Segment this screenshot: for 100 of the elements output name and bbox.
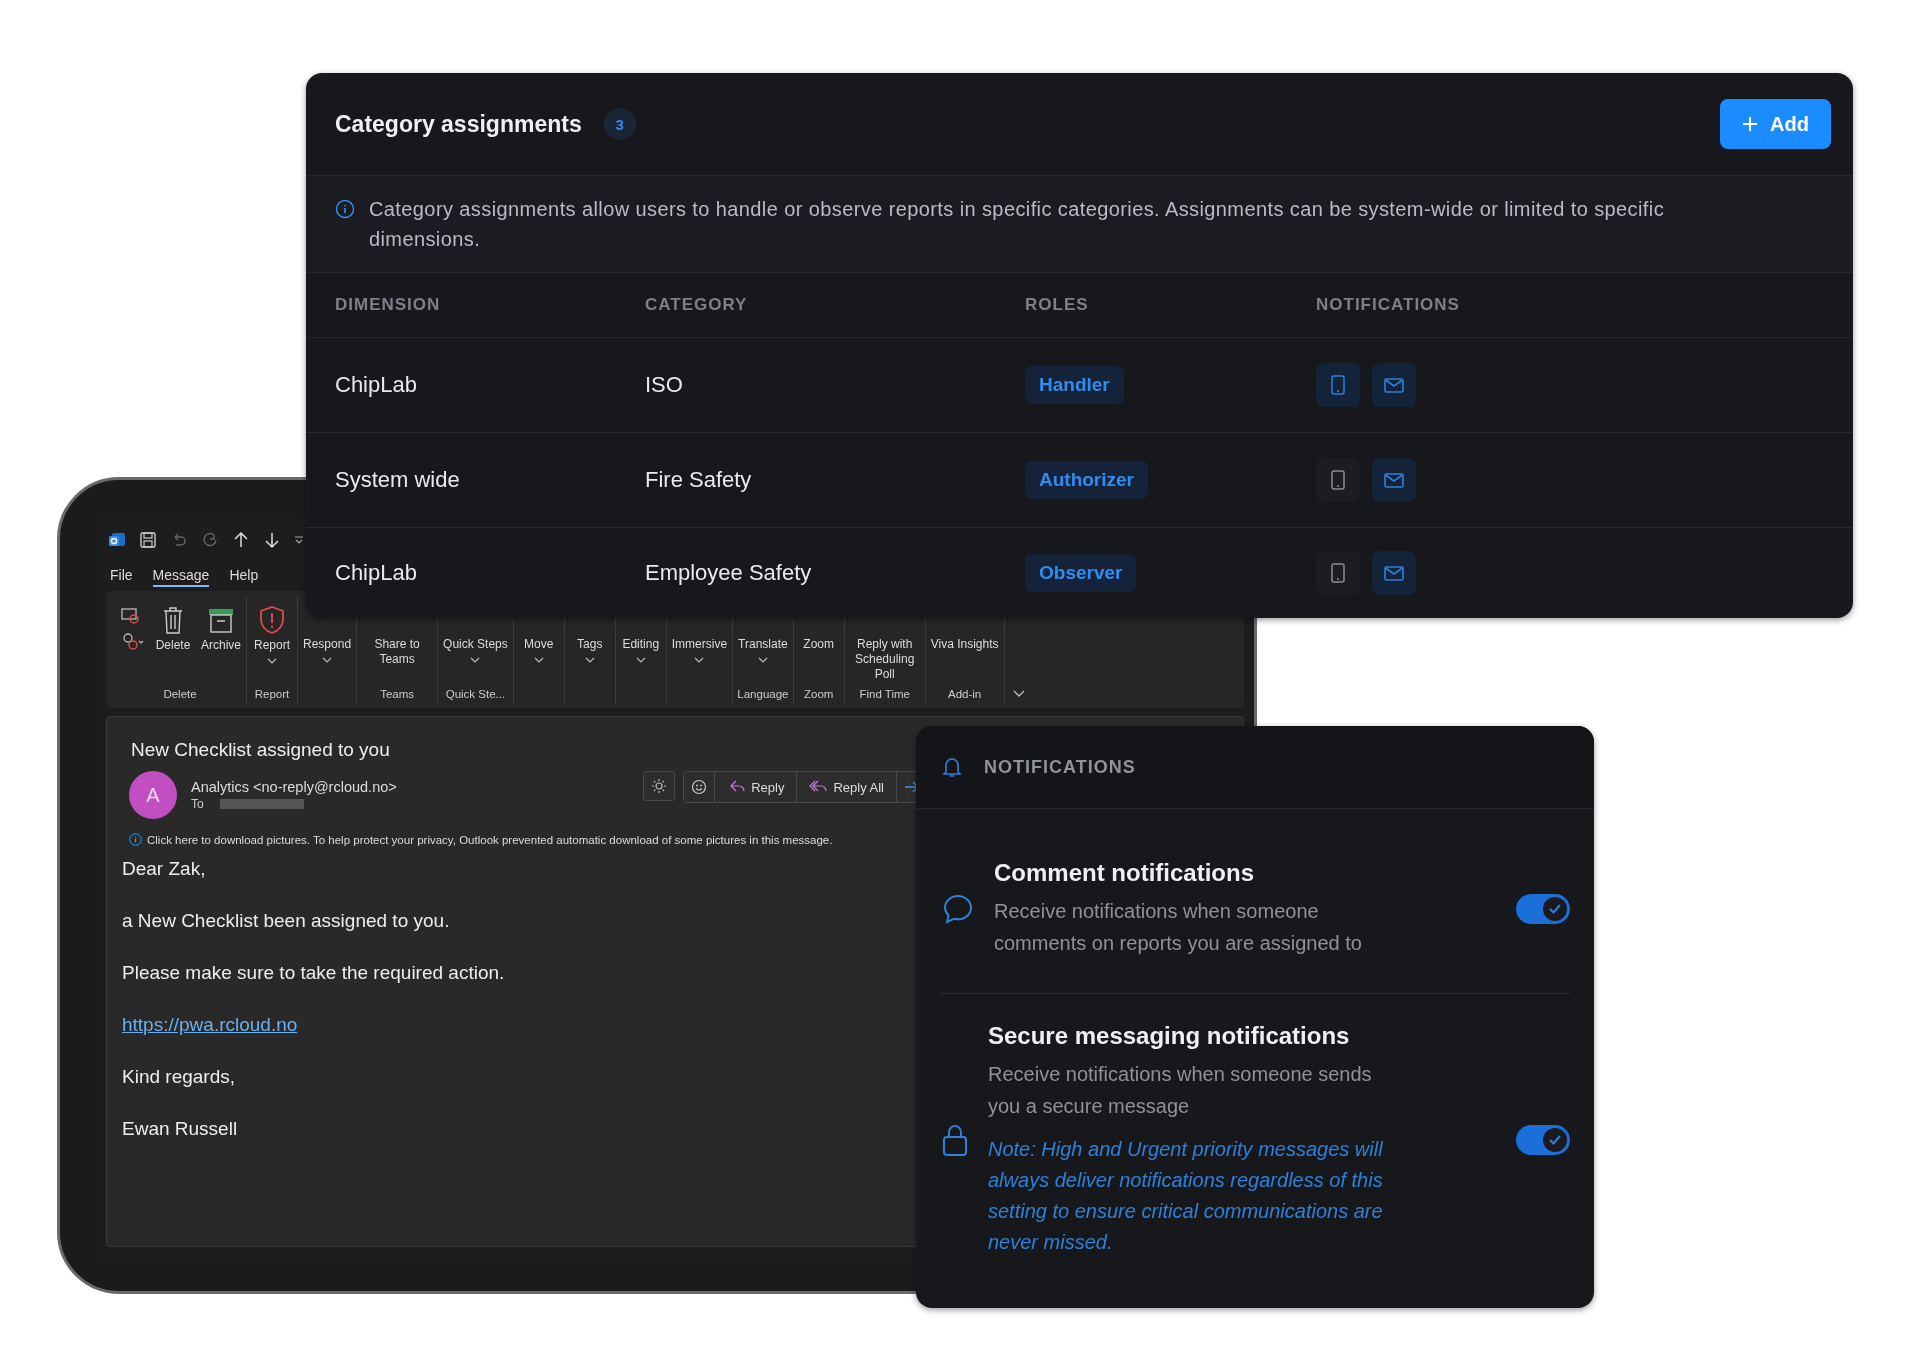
ribbon-button[interactable]: Tags: [567, 637, 612, 684]
role-tag: Observer: [1025, 554, 1137, 592]
sender-name: Analytics <no-reply@rcloud.no>: [191, 779, 397, 795]
email-notification-toggle[interactable]: [1372, 551, 1416, 595]
push-notification-toggle[interactable]: [1316, 363, 1360, 407]
reply-button[interactable]: Reply: [715, 772, 798, 802]
reply-button[interactable]: Reply All: [797, 772, 897, 802]
button-label: Zoom: [803, 637, 835, 652]
setting-title: Secure messaging notifications: [988, 1022, 1351, 1050]
button-label: Translate: [738, 637, 788, 652]
redo-icon[interactable]: [201, 531, 219, 549]
email-notification-toggle[interactable]: [1372, 458, 1416, 502]
group-label: Report: [253, 688, 291, 702]
speech-bubble-icon: [942, 893, 974, 925]
ribbon-button[interactable]: Translate: [736, 637, 790, 684]
shield-icon: [258, 605, 286, 635]
push-notification-toggle[interactable]: [1316, 458, 1360, 502]
role-tag: Authorizer: [1025, 461, 1148, 499]
ribbon-tab[interactable]: Help: [229, 567, 259, 587]
button-label: Editing: [622, 637, 660, 652]
caret-icon: [322, 657, 333, 663]
button-label: Report: [254, 638, 291, 653]
ribbon-button[interactable]: Respond: [301, 637, 354, 684]
toggle-switch[interactable]: [1516, 1125, 1570, 1155]
email-notification-toggle[interactable]: [1372, 363, 1416, 407]
smiley-icon: [691, 779, 708, 795]
ribbon-button[interactable]: Quick Steps: [441, 637, 510, 684]
lock-icon: [942, 1123, 968, 1157]
download-notice[interactable]: Click here to download pictures. To help protect your privacy, Outlook prevented automatic download of some pictures in this message.: [147, 833, 833, 846]
info-text: Category assignments allow users to handle or observe reports in specific categories. Assignments can be system-wide or limited to specific dimensions.: [369, 197, 1666, 252]
caret-icon: [470, 657, 481, 663]
caret-icon: [694, 657, 705, 663]
sun-icon: [651, 778, 668, 794]
table-cell-text: ChipLab: [335, 560, 418, 586]
group-label: Language: [736, 688, 790, 702]
ribbon-button[interactable]: Share to Teams: [360, 637, 435, 684]
group-label: Add-in: [946, 688, 983, 702]
setting-title: Comment notifications: [994, 859, 1255, 887]
button-label: Immersive: [671, 637, 728, 652]
to-label: To: [191, 797, 204, 811]
mail-app-icon[interactable]: [108, 531, 126, 549]
panel-title: Category assignments: [335, 110, 582, 138]
ribbon-tab[interactable]: File: [110, 567, 133, 587]
button-label: Share to Teams: [373, 637, 421, 667]
email-paragraph: Dear Zak,: [122, 858, 206, 880]
theme-button[interactable]: [643, 771, 676, 801]
group-label: Zoom: [803, 688, 835, 702]
ribbon-button[interactable]: Move: [516, 637, 561, 684]
emoji-button[interactable]: [684, 772, 716, 802]
ribbon-button[interactable]: Zoom: [796, 637, 841, 684]
column-header: ROLES: [1025, 295, 1090, 315]
push-notification-toggle[interactable]: [1316, 551, 1360, 595]
ribbon-button[interactable]: Viva Insights: [928, 637, 1001, 684]
email-paragraph: Ewan Russell: [122, 1118, 238, 1140]
button-label: Quick Steps: [443, 637, 508, 652]
ribbon-button[interactable]: Report: [250, 597, 294, 684]
save-icon[interactable]: [139, 531, 157, 549]
email-subject: New Checklist assigned to you: [131, 739, 391, 761]
setting-description: Receive notifications when someone sends you a secure message: [988, 1062, 1373, 1119]
button-label: Respond: [303, 637, 352, 652]
phone-icon: [1331, 375, 1345, 395]
plus-icon: [1742, 116, 1759, 132]
info-icon: [129, 833, 142, 846]
up-arrow-icon[interactable]: [232, 531, 250, 549]
chevron-down-icon[interactable]: [1012, 690, 1025, 698]
toggle-switch[interactable]: [1516, 894, 1570, 924]
button-label: Tags: [577, 637, 603, 652]
column-header: CATEGORY: [645, 295, 749, 315]
count-badge: 3: [603, 108, 636, 140]
envelope-icon: [1384, 377, 1404, 393]
table-cell-text: Fire Safety: [645, 467, 753, 493]
group-label: Quick Ste...: [444, 688, 507, 702]
ribbon-button[interactable]: Delete: [151, 597, 195, 684]
ribbon-tab[interactable]: Message: [152, 567, 210, 587]
group-label: Find Time: [858, 688, 911, 702]
caret-icon[interactable]: [294, 535, 304, 545]
down-arrow-icon[interactable]: [263, 531, 281, 549]
ribbon-button[interactable]: Reply with Scheduling Poll: [847, 637, 922, 684]
ribbon-button[interactable]: Immersive: [669, 637, 730, 684]
email-link[interactable]: https://pwa.rcloud.no: [122, 1014, 298, 1035]
column-header: DIMENSION: [335, 295, 442, 315]
check-icon: [1549, 1135, 1561, 1145]
ribbon-button[interactable]: Archive: [199, 597, 243, 684]
caret-icon: [635, 657, 646, 663]
email-paragraph: Kind regards,: [122, 1066, 235, 1088]
button-label: Viva Insights: [930, 637, 999, 652]
group-label: Teams: [379, 688, 415, 702]
group-label: Delete: [162, 688, 198, 702]
info-icon: [335, 199, 355, 219]
caret-icon: [757, 657, 768, 663]
column-header: NOTIFICATIONS: [1316, 295, 1461, 315]
envelope-icon: [1384, 565, 1404, 581]
table-cell-text: System wide: [335, 467, 461, 493]
setting-description: Receive notifications when someone comments on reports you are assigned to: [994, 899, 1363, 956]
ribbon-button[interactable]: Editing: [618, 637, 663, 684]
button-label: Archive: [201, 638, 241, 653]
setting-note: Note: High and Urgent priority messages will always deliver notifications regardless of this setting to ensure critical communications are never missed.: [988, 1137, 1384, 1255]
email-paragraph: Please make sure to take the required action.: [122, 962, 505, 984]
check-icon: [1549, 904, 1561, 914]
caret-icon: [533, 657, 544, 663]
